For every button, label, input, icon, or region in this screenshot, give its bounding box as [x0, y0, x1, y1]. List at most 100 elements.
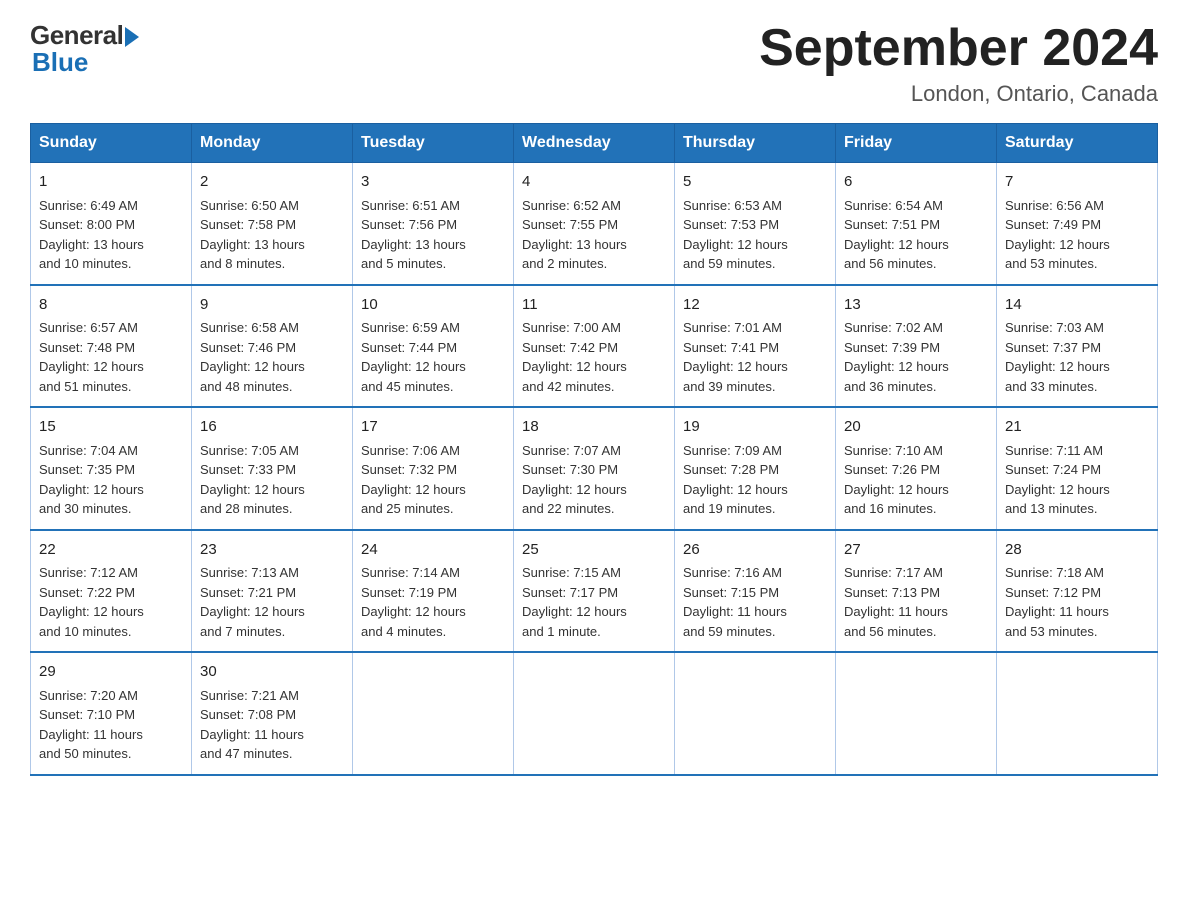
day-number: 22 — [39, 539, 183, 562]
day-number: 9 — [200, 294, 344, 317]
day-number: 11 — [522, 294, 666, 317]
day-cell: 12 Sunrise: 7:01 AMSunset: 7:41 PMDayligh… — [675, 285, 836, 408]
day-cell — [675, 652, 836, 775]
day-info: Sunrise: 7:12 AMSunset: 7:22 PMDaylight:… — [39, 565, 144, 639]
page-header: General Blue September 2024 London, Onta… — [30, 20, 1158, 107]
day-info: Sunrise: 7:07 AMSunset: 7:30 PMDaylight:… — [522, 443, 627, 517]
day-cell: 11 Sunrise: 7:00 AMSunset: 7:42 PMDayligh… — [514, 285, 675, 408]
day-cell: 27 Sunrise: 7:17 AMSunset: 7:13 PMDayligh… — [836, 530, 997, 653]
day-info: Sunrise: 7:16 AMSunset: 7:15 PMDaylight:… — [683, 565, 787, 639]
day-number: 8 — [39, 294, 183, 317]
day-info: Sunrise: 7:11 AMSunset: 7:24 PMDaylight:… — [1005, 443, 1110, 517]
header-cell-friday: Friday — [836, 124, 997, 163]
day-number: 24 — [361, 539, 505, 562]
day-number: 13 — [844, 294, 988, 317]
calendar-subtitle: London, Ontario, Canada — [759, 81, 1158, 107]
day-cell: 14 Sunrise: 7:03 AMSunset: 7:37 PMDayligh… — [997, 285, 1158, 408]
calendar-body: 1 Sunrise: 6:49 AMSunset: 8:00 PMDaylight… — [31, 163, 1158, 775]
day-info: Sunrise: 6:51 AMSunset: 7:56 PMDaylight:… — [361, 198, 466, 272]
day-number: 27 — [844, 539, 988, 562]
day-number: 12 — [683, 294, 827, 317]
day-cell: 20Sunrise: 7:10 AMSunset: 7:26 PMDayligh… — [836, 407, 997, 530]
day-number: 16 — [200, 416, 344, 439]
week-row-4: 22 Sunrise: 7:12 AMSunset: 7:22 PMDayligh… — [31, 530, 1158, 653]
day-info: Sunrise: 7:14 AMSunset: 7:19 PMDaylight:… — [361, 565, 466, 639]
day-cell: 17 Sunrise: 7:06 AMSunset: 7:32 PMDayligh… — [353, 407, 514, 530]
day-number: 28 — [1005, 539, 1149, 562]
day-info: Sunrise: 7:10 AMSunset: 7:26 PMDaylight:… — [844, 443, 949, 517]
day-info: Sunrise: 7:20 AMSunset: 7:10 PMDaylight:… — [39, 688, 143, 762]
day-number: 30 — [200, 661, 344, 684]
day-number: 5 — [683, 171, 827, 194]
day-info: Sunrise: 6:54 AMSunset: 7:51 PMDaylight:… — [844, 198, 949, 272]
day-info: Sunrise: 7:02 AMSunset: 7:39 PMDaylight:… — [844, 320, 949, 394]
day-cell — [997, 652, 1158, 775]
day-cell: 19 Sunrise: 7:09 AMSunset: 7:28 PMDayligh… — [675, 407, 836, 530]
week-row-5: 29 Sunrise: 7:20 AMSunset: 7:10 PMDayligh… — [31, 652, 1158, 775]
day-number: 25 — [522, 539, 666, 562]
day-info: Sunrise: 7:09 AMSunset: 7:28 PMDaylight:… — [683, 443, 788, 517]
day-cell: 7Sunrise: 6:56 AMSunset: 7:49 PMDaylight… — [997, 163, 1158, 285]
day-cell: 25Sunrise: 7:15 AMSunset: 7:17 PMDayligh… — [514, 530, 675, 653]
day-number: 1 — [39, 171, 183, 194]
day-info: Sunrise: 7:06 AMSunset: 7:32 PMDaylight:… — [361, 443, 466, 517]
day-number: 29 — [39, 661, 183, 684]
day-info: Sunrise: 6:49 AMSunset: 8:00 PMDaylight:… — [39, 198, 144, 272]
day-cell: 1 Sunrise: 6:49 AMSunset: 8:00 PMDaylight… — [31, 163, 192, 285]
day-cell: 15 Sunrise: 7:04 AMSunset: 7:35 PMDayligh… — [31, 407, 192, 530]
day-number: 2 — [200, 171, 344, 194]
day-cell — [836, 652, 997, 775]
day-info: Sunrise: 7:21 AMSunset: 7:08 PMDaylight:… — [200, 688, 304, 762]
header-cell-saturday: Saturday — [997, 124, 1158, 163]
day-cell: 22 Sunrise: 7:12 AMSunset: 7:22 PMDayligh… — [31, 530, 192, 653]
header-cell-thursday: Thursday — [675, 124, 836, 163]
day-number: 3 — [361, 171, 505, 194]
header-cell-wednesday: Wednesday — [514, 124, 675, 163]
day-info: Sunrise: 7:18 AMSunset: 7:12 PMDaylight:… — [1005, 565, 1109, 639]
day-number: 26 — [683, 539, 827, 562]
day-cell: 21 Sunrise: 7:11 AMSunset: 7:24 PMDayligh… — [997, 407, 1158, 530]
week-row-2: 8Sunrise: 6:57 AMSunset: 7:48 PMDaylight… — [31, 285, 1158, 408]
day-cell: 5Sunrise: 6:53 AMSunset: 7:53 PMDaylight… — [675, 163, 836, 285]
header-cell-sunday: Sunday — [31, 124, 192, 163]
day-info: Sunrise: 7:01 AMSunset: 7:41 PMDaylight:… — [683, 320, 788, 394]
day-cell: 10 Sunrise: 6:59 AMSunset: 7:44 PMDayligh… — [353, 285, 514, 408]
logo: General Blue — [30, 20, 139, 78]
week-row-1: 1 Sunrise: 6:49 AMSunset: 8:00 PMDaylight… — [31, 163, 1158, 285]
header-cell-monday: Monday — [192, 124, 353, 163]
day-cell: 24 Sunrise: 7:14 AMSunset: 7:19 PMDayligh… — [353, 530, 514, 653]
day-number: 18 — [522, 416, 666, 439]
day-cell: 26 Sunrise: 7:16 AMSunset: 7:15 PMDayligh… — [675, 530, 836, 653]
day-info: Sunrise: 6:58 AMSunset: 7:46 PMDaylight:… — [200, 320, 305, 394]
day-info: Sunrise: 6:50 AMSunset: 7:58 PMDaylight:… — [200, 198, 305, 272]
day-number: 7 — [1005, 171, 1149, 194]
day-info: Sunrise: 7:17 AMSunset: 7:13 PMDaylight:… — [844, 565, 948, 639]
day-cell — [514, 652, 675, 775]
day-info: Sunrise: 7:03 AMSunset: 7:37 PMDaylight:… — [1005, 320, 1110, 394]
day-info: Sunrise: 6:59 AMSunset: 7:44 PMDaylight:… — [361, 320, 466, 394]
calendar-table: SundayMondayTuesdayWednesdayThursdayFrid… — [30, 123, 1158, 776]
day-info: Sunrise: 7:05 AMSunset: 7:33 PMDaylight:… — [200, 443, 305, 517]
day-number: 19 — [683, 416, 827, 439]
day-cell: 29 Sunrise: 7:20 AMSunset: 7:10 PMDayligh… — [31, 652, 192, 775]
day-number: 10 — [361, 294, 505, 317]
day-info: Sunrise: 7:04 AMSunset: 7:35 PMDaylight:… — [39, 443, 144, 517]
day-number: 15 — [39, 416, 183, 439]
title-block: September 2024 London, Ontario, Canada — [759, 20, 1158, 107]
day-cell: 18 Sunrise: 7:07 AMSunset: 7:30 PMDayligh… — [514, 407, 675, 530]
logo-arrow-icon — [125, 27, 139, 47]
logo-blue-text: Blue — [32, 47, 88, 78]
day-cell: 30 Sunrise: 7:21 AMSunset: 7:08 PMDayligh… — [192, 652, 353, 775]
day-number: 21 — [1005, 416, 1149, 439]
week-row-3: 15 Sunrise: 7:04 AMSunset: 7:35 PMDayligh… — [31, 407, 1158, 530]
day-cell: 9 Sunrise: 6:58 AMSunset: 7:46 PMDaylight… — [192, 285, 353, 408]
day-cell: 23Sunrise: 7:13 AMSunset: 7:21 PMDayligh… — [192, 530, 353, 653]
day-info: Sunrise: 7:00 AMSunset: 7:42 PMDaylight:… — [522, 320, 627, 394]
day-number: 17 — [361, 416, 505, 439]
day-cell — [353, 652, 514, 775]
day-cell: 4Sunrise: 6:52 AMSunset: 7:55 PMDaylight… — [514, 163, 675, 285]
day-cell: 16 Sunrise: 7:05 AMSunset: 7:33 PMDayligh… — [192, 407, 353, 530]
calendar-title: September 2024 — [759, 20, 1158, 77]
day-cell: 13 Sunrise: 7:02 AMSunset: 7:39 PMDayligh… — [836, 285, 997, 408]
day-number: 14 — [1005, 294, 1149, 317]
